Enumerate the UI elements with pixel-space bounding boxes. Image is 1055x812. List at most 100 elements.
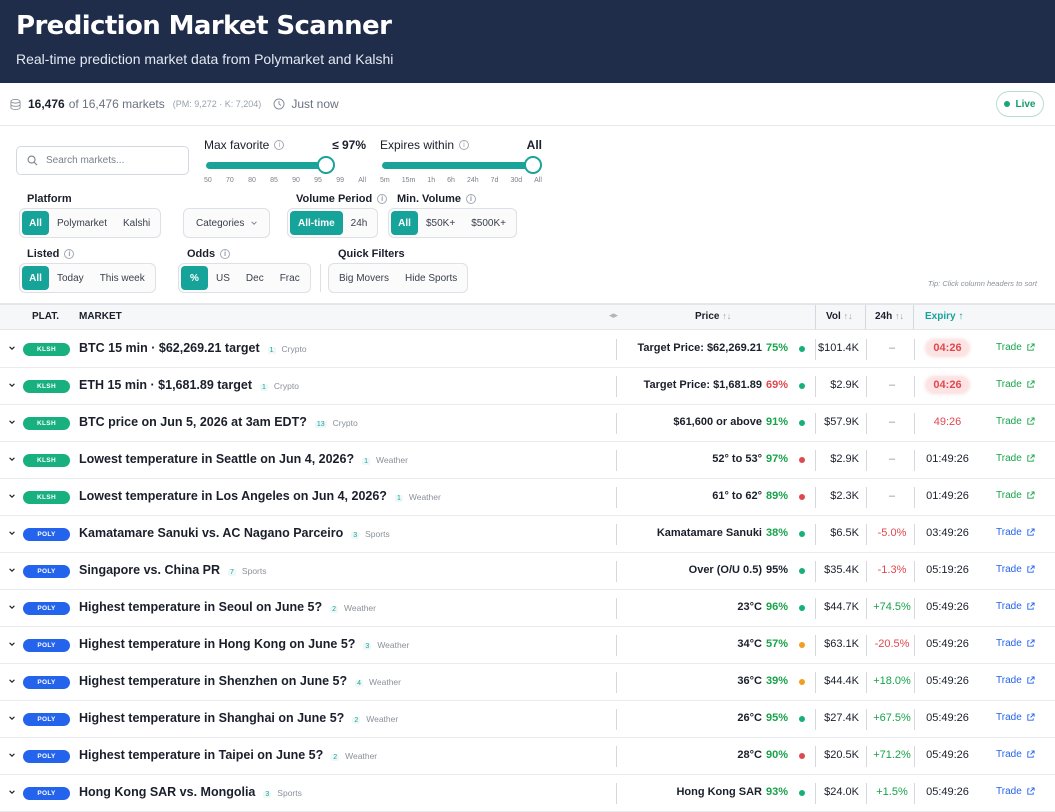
table-row[interactable]: KLSH Lowest temperature in Seattle on Jun… (0, 442, 1055, 479)
market-title[interactable]: ETH 15 min · $1,681.89 target (79, 378, 252, 392)
trade-link[interactable]: Trade (996, 749, 1035, 760)
chevron-down-icon[interactable] (8, 566, 16, 574)
volume-period-label-text: Volume Period (296, 193, 373, 205)
odds-option-us[interactable]: US (208, 266, 238, 290)
chevron-down-icon[interactable] (8, 714, 16, 722)
platform-option-kalshi[interactable]: Kalshi (115, 211, 158, 235)
chevron-down-icon[interactable] (8, 788, 16, 796)
market-title[interactable]: Lowest temperature in Los Angeles on Jun… (79, 489, 387, 503)
trade-link[interactable]: Trade (996, 564, 1035, 575)
chevron-down-icon[interactable] (8, 455, 16, 463)
trade-link[interactable]: Trade (996, 379, 1035, 390)
expires-within-track[interactable] (382, 162, 536, 169)
market-title[interactable]: Hong Kong SAR vs. Mongolia (79, 785, 255, 799)
odds-option-percent[interactable]: % (181, 266, 208, 290)
trade-link[interactable]: Trade (996, 675, 1035, 686)
listed-option-all[interactable]: All (22, 266, 49, 290)
col-market[interactable]: MARKET (79, 311, 122, 322)
table-row[interactable]: KLSH BTC price on Jun 5, 2026 at 3am EDT?… (0, 405, 1055, 442)
min-volume-option-50k[interactable]: $50K+ (418, 211, 463, 235)
volume-period-option-all-time[interactable]: All-time (290, 211, 343, 235)
table-row[interactable]: KLSH Lowest temperature in Los Angeles on… (0, 479, 1055, 516)
expiry-cell: 04:26 (915, 340, 980, 356)
listed-option-today[interactable]: Today (49, 266, 92, 290)
chevron-down-icon[interactable] (8, 492, 16, 500)
outcome-count: 3 (263, 791, 272, 798)
column-resize-icon[interactable]: ◂▸ (609, 310, 618, 321)
market-title[interactable]: Kamatamare Sanuki vs. AC Nagano Parceiro (79, 526, 343, 540)
trade-link[interactable]: Trade (996, 712, 1035, 723)
trade-link[interactable]: Trade (996, 601, 1035, 612)
market-title[interactable]: BTC 15 min · $62,269.21 target (79, 341, 260, 355)
quick-filter-hide-sports[interactable]: Hide Sports (397, 266, 465, 290)
table-row[interactable]: POLY Highest temperature in Taipei on Jun… (0, 738, 1055, 775)
platform-option-polymarket[interactable]: Polymarket (49, 211, 115, 235)
chevron-down-icon[interactable] (8, 529, 16, 537)
chevron-down-icon[interactable] (8, 381, 16, 389)
listed-option-this-week[interactable]: This week (92, 266, 153, 290)
platform-option-all[interactable]: All (22, 211, 49, 235)
live-indicator[interactable]: Live (996, 91, 1044, 117)
trade-link[interactable]: Trade (996, 527, 1035, 538)
table-row[interactable]: KLSH BTC 15 min · $62,269.21 target 1 Crypt… (0, 331, 1055, 368)
table-row[interactable]: POLY Highest temperature in Shenzhen on J… (0, 664, 1055, 701)
col-platform[interactable]: PLAT. (32, 311, 59, 322)
max-favorite-track[interactable] (206, 162, 326, 169)
min-volume-option-all[interactable]: All (391, 211, 418, 235)
chevron-down-icon[interactable] (8, 344, 16, 352)
market-title[interactable]: Highest temperature in Seoul on June 5? (79, 600, 322, 614)
quick-filter-big-movers[interactable]: Big Movers (331, 266, 397, 290)
trade-link[interactable]: Trade (996, 490, 1035, 501)
table-row[interactable]: POLY Singapore vs. China PR 7 Sports Over (O… (0, 553, 1055, 590)
table-row[interactable]: POLY Kamatamare Sanuki vs. AC Nagano Parc… (0, 516, 1055, 553)
trade-link[interactable]: Trade (996, 416, 1035, 427)
outcome-count: 3 (351, 532, 360, 539)
max-favorite-thumb[interactable] (317, 156, 335, 174)
market-title[interactable]: Highest temperature in Hong Kong on June… (79, 637, 355, 651)
table-row[interactable]: POLY Highest temperature in Hong Kong on … (0, 627, 1055, 664)
divider (815, 487, 816, 508)
price-percent: 75% (766, 342, 789, 354)
expires-within-thumb[interactable] (524, 156, 542, 174)
trade-link[interactable]: Trade (996, 786, 1035, 797)
market-title[interactable]: Highest temperature in Shanghai on June … (79, 711, 344, 725)
chevron-down-icon[interactable] (8, 751, 16, 759)
market-title[interactable]: BTC price on Jun 5, 2026 at 3am EDT? (79, 415, 307, 429)
category-tag: Weather (369, 677, 401, 687)
search-box[interactable] (16, 146, 189, 175)
page-title: Prediction Market Scanner (16, 11, 392, 41)
col-vol[interactable]: Vol ↑↓ (826, 311, 853, 322)
table-row[interactable]: POLY Hong Kong SAR vs. Mongolia 3 Sports Hon… (0, 775, 1055, 812)
table-row[interactable]: POLY Highest temperature in Shanghai on J… (0, 701, 1055, 738)
volume-cell: $27.4K (824, 712, 859, 724)
platform-label: Platform (27, 193, 72, 205)
max-favorite-value: ≤ 97% (332, 138, 366, 152)
col-24h[interactable]: 24h ↑↓ (875, 311, 904, 322)
categories-dropdown[interactable]: Categories (183, 208, 270, 238)
odds-option-dec[interactable]: Dec (238, 266, 272, 290)
col-expiry[interactable]: Expiry ↑ (925, 311, 963, 322)
tick-label: 30d (510, 177, 523, 184)
table-row[interactable]: KLSH ETH 15 min · $1,681.89 target 1 Crypto… (0, 368, 1055, 405)
trade-link[interactable]: Trade (996, 638, 1035, 649)
chevron-down-icon[interactable] (8, 603, 16, 611)
divider (815, 450, 816, 471)
col-price[interactable]: Price ↑↓ (695, 311, 731, 322)
divider (866, 450, 867, 471)
odds-option-frac[interactable]: Frac (272, 266, 308, 290)
min-volume-option-500k[interactable]: $500K+ (463, 211, 514, 235)
market-title[interactable]: Lowest temperature in Seattle on Jun 4, … (79, 452, 354, 466)
trade-link[interactable]: Trade (996, 342, 1035, 353)
market-title[interactable]: Highest temperature in Taipei on June 5? (79, 748, 323, 762)
chevron-down-icon[interactable] (8, 418, 16, 426)
min-volume-selector: All $50K+ $500K+ (388, 208, 517, 238)
market-title[interactable]: Singapore vs. China PR (79, 563, 220, 577)
chevron-down-icon[interactable] (8, 640, 16, 648)
market-title[interactable]: Highest temperature in Shenzhen on June … (79, 674, 347, 688)
table-row[interactable]: POLY Highest temperature in Seoul on June… (0, 590, 1055, 627)
trade-link[interactable]: Trade (996, 453, 1035, 464)
search-input[interactable] (46, 155, 176, 166)
chevron-down-icon[interactable] (8, 677, 16, 685)
volume-period-option-24h[interactable]: 24h (343, 211, 376, 235)
price-percent: 69% (766, 379, 789, 391)
